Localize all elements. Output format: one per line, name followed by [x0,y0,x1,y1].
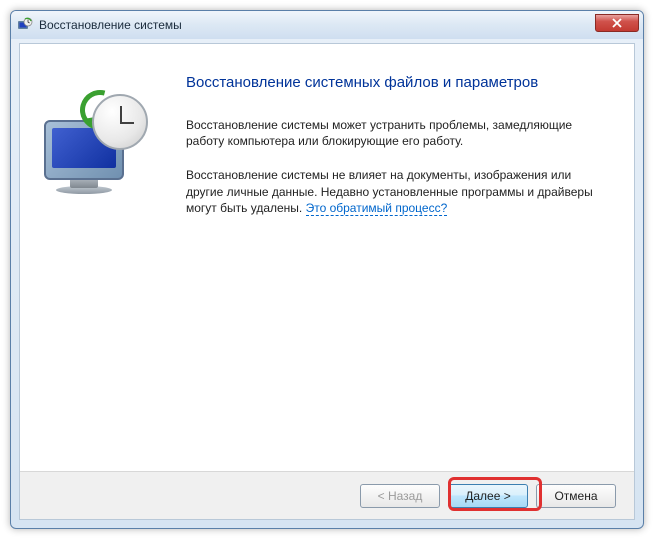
reversible-process-link[interactable]: Это обратимый процесс? [306,201,448,216]
main-area: Восстановление системных файлов и параме… [20,44,634,471]
next-button[interactable]: Далее > [448,484,528,508]
cancel-button[interactable]: Отмена [536,484,616,508]
button-bar: < Назад Далее > Отмена [20,471,634,519]
page-heading: Восстановление системных файлов и параме… [186,74,610,91]
system-restore-icon [17,17,33,33]
system-restore-illustration [36,88,156,208]
window-title: Восстановление системы [39,18,182,32]
illustration-column [36,60,186,455]
close-button[interactable] [595,14,639,32]
dialog-window: Восстановление системы Восстановление си… [10,10,644,529]
back-button[interactable]: < Назад [360,484,440,508]
intro-paragraph-2: Восстановление системы не влияет на доку… [186,167,610,216]
close-icon [612,18,622,28]
titlebar[interactable]: Восстановление системы [11,11,643,39]
text-column: Восстановление системных файлов и параме… [186,60,610,455]
content-frame: Восстановление системных файлов и параме… [19,43,635,520]
intro-paragraph-1: Восстановление системы может устранить п… [186,117,610,149]
